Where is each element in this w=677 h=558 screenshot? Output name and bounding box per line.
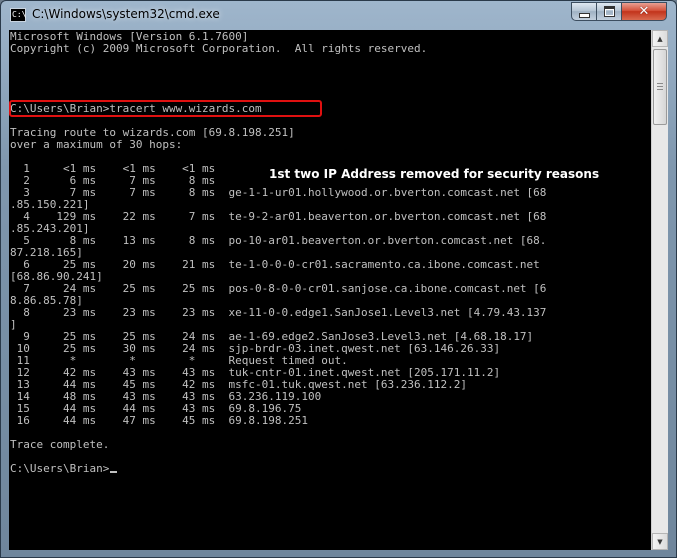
text-cursor xyxy=(110,471,118,473)
close-icon: ✕ xyxy=(638,4,650,19)
console-line: over a maximum of 30 hops: xyxy=(10,138,183,151)
minimize-icon xyxy=(578,12,590,18)
maximize-icon xyxy=(603,6,615,17)
grip-line xyxy=(657,83,663,84)
scroll-down-arrow-icon: ▼ xyxy=(657,537,663,546)
command-highlight-box xyxy=(9,100,322,117)
maximize-button[interactable] xyxy=(596,2,622,21)
window-title: C:\Windows\system32\cmd.exe xyxy=(32,7,220,21)
title-bar[interactable]: C:\ C:\Windows\system32\cmd.exe ✕ xyxy=(1,1,676,29)
console-line: Trace complete. xyxy=(10,438,110,451)
console-line: 3 7 ms 7 ms 8 ms ge-1-1-ur01.hollywood.o… xyxy=(10,186,547,199)
scroll-up-arrow-icon: ▲ xyxy=(657,34,663,43)
grip-line xyxy=(657,86,663,87)
console-line: Copyright (c) 2009 Microsoft Corporation… xyxy=(10,42,428,55)
console-line: 5 8 ms 13 ms 8 ms po-10-ar01.beaverton.o… xyxy=(10,234,547,247)
console-line: 8 23 ms 23 ms 23 ms xe-11-0-0.edge1.SanJ… xyxy=(10,306,547,319)
cmd-icon[interactable]: C:\ xyxy=(10,8,26,22)
console-line: 7 24 ms 25 ms 25 ms pos-0-8-0-0-cr01.san… xyxy=(10,282,547,295)
grip-line xyxy=(657,89,663,90)
console-output[interactable]: Microsoft Windows [Version 6.1.7600] Copy… xyxy=(9,30,651,550)
cmd-window: C:\ C:\Windows\system32\cmd.exe ✕ Micros… xyxy=(0,0,677,558)
scroll-down-button[interactable]: ▼ xyxy=(652,533,668,550)
console-lines: Microsoft Windows [Version 6.1.7600] Copy… xyxy=(10,31,546,475)
close-button[interactable]: ✕ xyxy=(621,2,667,21)
vertical-scrollbar[interactable]: ▲ ▼ xyxy=(651,30,668,550)
minimize-button[interactable] xyxy=(571,2,597,21)
security-annotation: 1st two IP Address removed for security … xyxy=(269,167,600,181)
console-line: C:\Users\Brian> xyxy=(10,463,546,475)
console-line: 4 129 ms 22 ms 7 ms te-9-2-ar01.beaverto… xyxy=(10,210,547,223)
scroll-up-button[interactable]: ▲ xyxy=(652,30,668,47)
console-line: 16 44 ms 47 ms 45 ms 69.8.198.251 xyxy=(10,414,309,427)
scroll-thumb[interactable] xyxy=(653,49,667,125)
